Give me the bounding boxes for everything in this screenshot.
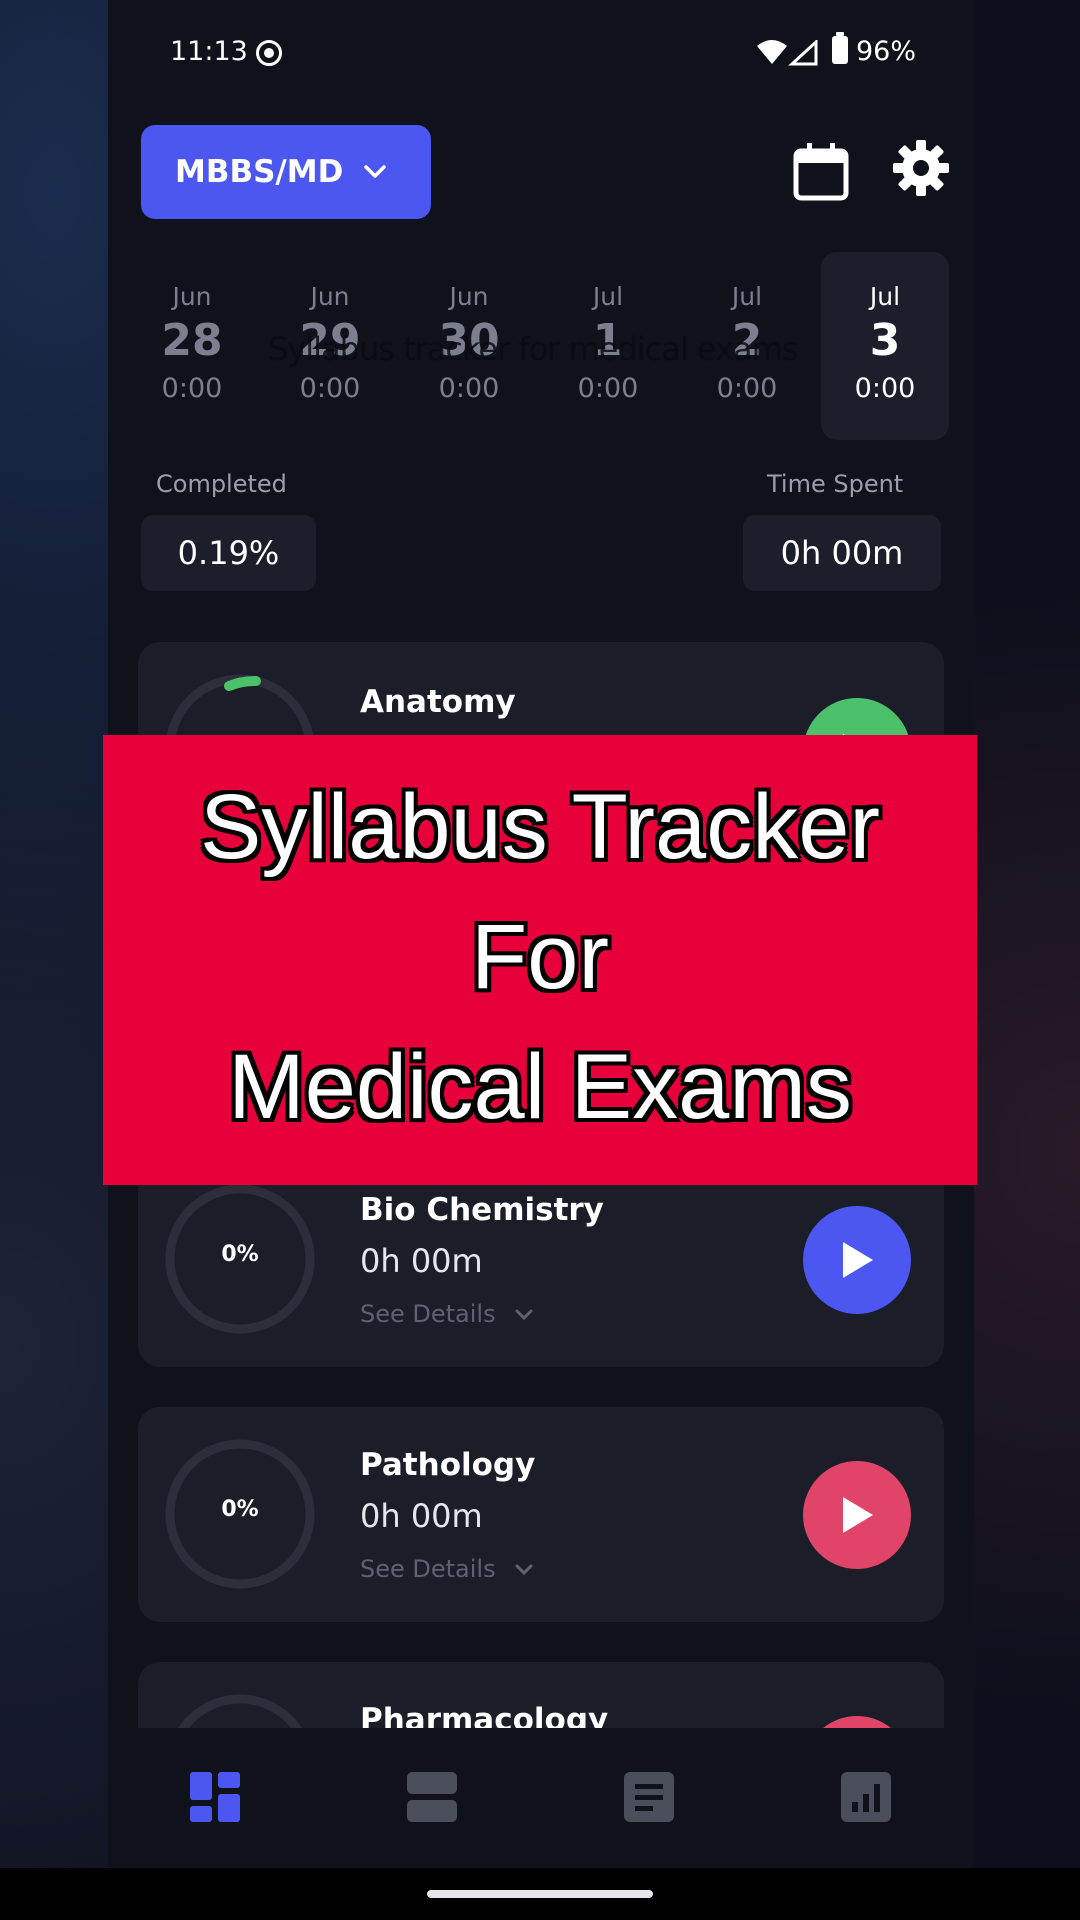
- date-time: 0:00: [716, 373, 778, 404]
- overlay-caption: Syllabus tracker for medical exams: [268, 330, 798, 368]
- battery-icon: [832, 32, 848, 64]
- date-time: 0:00: [161, 373, 223, 404]
- wifi-icon: [757, 40, 787, 64]
- screen-record-icon: [256, 40, 282, 66]
- play-icon: [843, 1497, 873, 1533]
- chevron-down-icon: [515, 1309, 533, 1321]
- subject-name: Anatomy: [360, 684, 516, 720]
- course-dropdown[interactable]: MBBS/MD: [141, 125, 431, 219]
- completed-label: Completed: [156, 470, 287, 498]
- promo-banner: Syllabus Tracker For Medical Exams: [103, 735, 977, 1185]
- subject-time: 0h 00m: [360, 1497, 483, 1535]
- see-details-link[interactable]: See Details: [360, 1555, 533, 1583]
- time-spent-label: Time Spent: [767, 470, 904, 498]
- chevron-down-icon: [364, 165, 387, 178]
- bottom-nav: [108, 1728, 974, 1868]
- subject-time: 0h 00m: [360, 1242, 483, 1280]
- subject-name: Pathology: [360, 1447, 536, 1483]
- dashboard-icon[interactable]: [188, 1770, 242, 1824]
- battery-percent: 96%: [856, 36, 917, 67]
- subject-name: Bio Chemistry: [360, 1192, 604, 1228]
- gear-icon[interactable]: [893, 140, 949, 196]
- date-month: Jun: [449, 282, 489, 311]
- play-button[interactable]: [803, 1461, 911, 1569]
- date-item[interactable]: Jun 28 0:00: [128, 252, 256, 440]
- date-time: 0:00: [299, 373, 361, 404]
- play-icon: [843, 1242, 873, 1278]
- course-label: MBBS/MD: [175, 154, 344, 190]
- banner-line-3: Medical Exams: [228, 1036, 852, 1138]
- subjects-icon[interactable]: [405, 1770, 459, 1824]
- date-month: Jul: [592, 282, 624, 311]
- status-bar: 11:13 96%: [108, 0, 974, 105]
- notes-icon[interactable]: [622, 1770, 676, 1824]
- home-indicator[interactable]: [427, 1890, 653, 1898]
- date-month: Jul: [869, 282, 901, 311]
- play-button[interactable]: [803, 1206, 911, 1314]
- see-details-label: See Details: [360, 1300, 496, 1328]
- status-time: 11:13: [170, 36, 248, 67]
- see-details-label: See Details: [360, 1555, 496, 1583]
- time-spent-value: 0h 00m: [743, 515, 941, 591]
- stats-icon[interactable]: [839, 1770, 893, 1824]
- signal-icon: [788, 40, 818, 66]
- date-time: 0:00: [438, 373, 500, 404]
- date-day: 3: [869, 315, 901, 366]
- progress-percent: 0%: [221, 1497, 259, 1522]
- progress-percent: 0%: [221, 1242, 259, 1267]
- date-time: 0:00: [854, 373, 916, 404]
- calendar-icon[interactable]: [793, 143, 849, 201]
- date-month: Jun: [310, 282, 350, 311]
- banner-line-1: Syllabus Tracker: [199, 776, 881, 878]
- completed-value: 0.19%: [141, 515, 316, 591]
- see-details-link[interactable]: See Details: [360, 1300, 533, 1328]
- date-day: 28: [161, 315, 223, 366]
- subject-card-pathology[interactable]: 0% Pathology 0h 00m See Details: [138, 1407, 944, 1622]
- date-month: Jul: [731, 282, 763, 311]
- date-time: 0:00: [577, 373, 639, 404]
- banner-line-2: For: [471, 906, 609, 1008]
- date-month: Jun: [172, 282, 212, 311]
- chevron-down-icon: [515, 1564, 533, 1576]
- date-item-selected[interactable]: Jul 3 0:00: [821, 252, 949, 440]
